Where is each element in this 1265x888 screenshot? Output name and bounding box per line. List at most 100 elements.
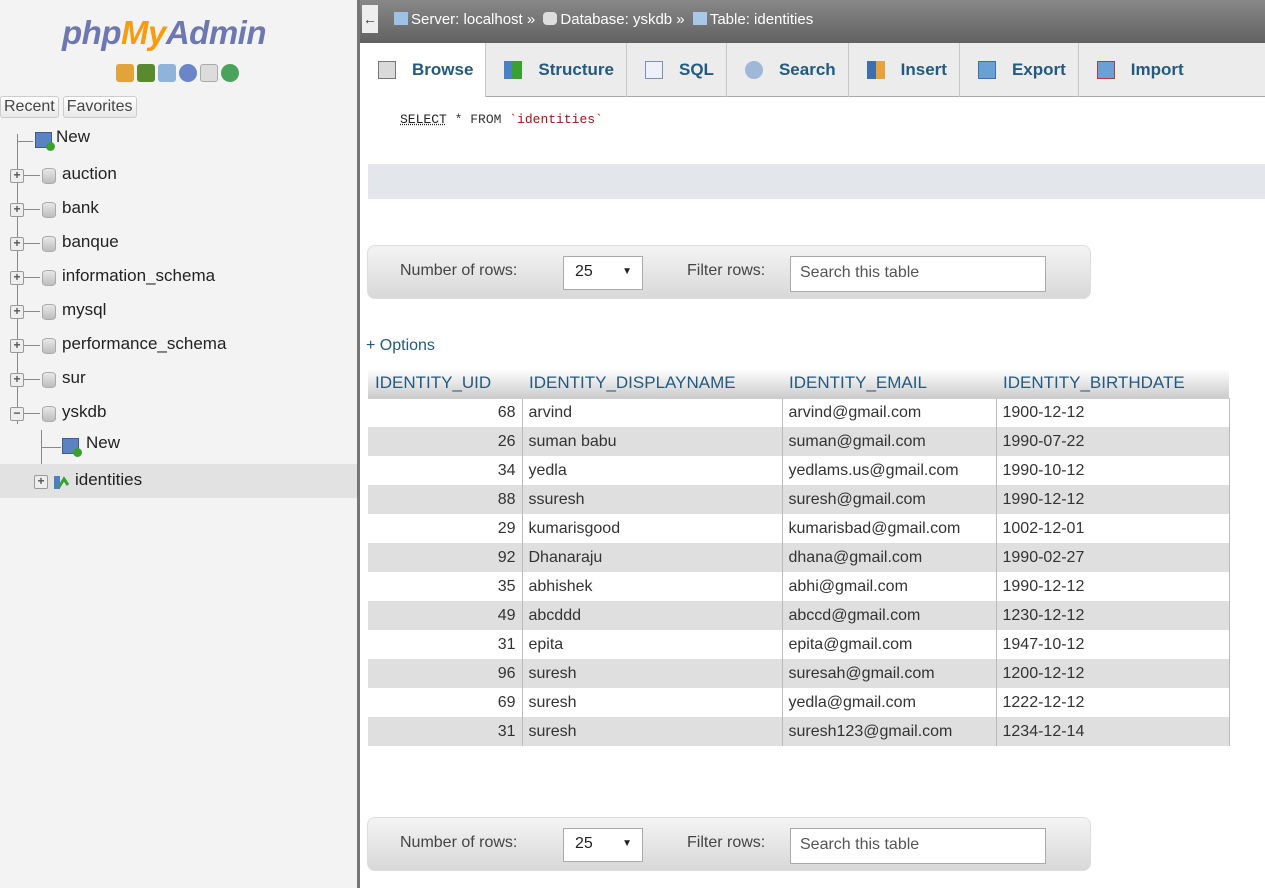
table-cell[interactable]: suresh xyxy=(522,688,783,717)
help-icon[interactable] xyxy=(179,64,197,82)
expand-icon[interactable]: + xyxy=(10,305,24,319)
tree-item-banque[interactable]: + banque xyxy=(0,226,357,260)
table-cell[interactable]: 1990-10-12 xyxy=(996,456,1230,485)
table-cell[interactable]: arvind xyxy=(522,398,783,427)
table-cell[interactable]: 29 xyxy=(368,514,523,543)
options-link[interactable]: + Options xyxy=(366,337,435,355)
table-cell[interactable]: suresh@gmail.com xyxy=(782,485,997,514)
column-header[interactable]: IDENTITY_UID xyxy=(368,369,522,399)
table-cell[interactable]: suresh xyxy=(522,659,783,688)
table-row[interactable]: 35 abhishek abhi@gmail.com 1990-12-12 xyxy=(368,572,1230,601)
table-cell[interactable]: suman@gmail.com xyxy=(782,427,997,456)
tab-recent[interactable]: Recent xyxy=(0,96,59,118)
home-icon[interactable] xyxy=(116,64,134,82)
table-cell[interactable]: Dhanaraju xyxy=(522,543,783,572)
sql-keyword[interactable]: SELECT xyxy=(400,112,447,127)
tree-item-new[interactable]: New xyxy=(0,124,357,158)
filter-rows-input[interactable]: Search this table xyxy=(790,256,1046,292)
table-cell[interactable]: kumarisbad@gmail.com xyxy=(782,514,997,543)
column-header[interactable]: IDENTITY_DISPLAYNAME xyxy=(522,369,782,399)
tab-search[interactable]: Search xyxy=(727,43,849,97)
tree-item-identities[interactable]: + identities xyxy=(0,464,357,498)
tab-sql[interactable]: SQL xyxy=(627,43,727,97)
table-cell[interactable]: 1200-12-12 xyxy=(996,659,1230,688)
logout-icon[interactable] xyxy=(137,64,155,82)
tree-item-bank[interactable]: + bank xyxy=(0,192,357,226)
table-cell[interactable]: yedlams.us@gmail.com xyxy=(782,456,997,485)
table-cell[interactable]: 1990-12-12 xyxy=(996,485,1230,514)
table-cell[interactable]: 1900-12-12 xyxy=(996,398,1230,427)
table-cell[interactable]: 1002-12-01 xyxy=(996,514,1230,543)
table-cell[interactable]: abhi@gmail.com xyxy=(782,572,997,601)
table-row[interactable]: 68 arvind arvind@gmail.com 1900-12-12 xyxy=(368,398,1230,427)
filter-rows-input[interactable]: Search this table xyxy=(790,828,1046,864)
table-cell[interactable]: dhana@gmail.com xyxy=(782,543,997,572)
table-cell[interactable]: 1990-07-22 xyxy=(996,427,1230,456)
table-cell[interactable]: 1222-12-12 xyxy=(996,688,1230,717)
table-cell[interactable]: 69 xyxy=(368,688,523,717)
tab-browse[interactable]: Browse xyxy=(360,43,487,97)
table-cell[interactable]: suresh xyxy=(522,717,783,746)
expand-icon[interactable]: + xyxy=(34,475,48,489)
breadcrumb-server[interactable]: Server: localhost » xyxy=(411,11,535,28)
expand-icon[interactable]: + xyxy=(10,339,24,353)
table-cell[interactable]: yedla@gmail.com xyxy=(782,688,997,717)
table-cell[interactable]: 1990-12-12 xyxy=(996,572,1230,601)
phpmyadmin-logo[interactable]: phpMyAdmin xyxy=(62,14,267,52)
table-row[interactable]: 49 abcddd abccd@gmail.com 1230-12-12 xyxy=(368,601,1230,630)
column-header[interactable]: IDENTITY_BIRTHDATE xyxy=(996,369,1229,399)
tab-insert[interactable]: Insert xyxy=(849,43,960,97)
table-cell[interactable]: suman babu xyxy=(522,427,783,456)
table-cell[interactable]: kumarisgood xyxy=(522,514,783,543)
tree-item-sur[interactable]: + sur xyxy=(0,362,357,396)
table-cell[interactable]: 1234-12-14 xyxy=(996,717,1230,746)
expand-icon[interactable]: + xyxy=(10,203,24,217)
table-row[interactable]: 26 suman babu suman@gmail.com 1990-07-22 xyxy=(368,427,1230,456)
table-cell[interactable]: abhishek xyxy=(522,572,783,601)
table-cell[interactable]: 92 xyxy=(368,543,523,572)
table-row[interactable]: 34 yedla yedlams.us@gmail.com 1990-10-12 xyxy=(368,456,1230,485)
documentation-icon[interactable] xyxy=(200,64,218,82)
table-cell[interactable]: 31 xyxy=(368,717,523,746)
table-cell[interactable]: epita@gmail.com xyxy=(782,630,997,659)
table-cell[interactable]: 1990-02-27 xyxy=(996,543,1230,572)
expand-icon[interactable]: + xyxy=(10,271,24,285)
tab-import[interactable]: Import xyxy=(1079,43,1196,97)
breadcrumb-database[interactable]: Database: yskdb » xyxy=(560,11,684,28)
query-window-icon[interactable] xyxy=(158,64,176,82)
table-cell[interactable]: abcddd xyxy=(522,601,783,630)
table-cell[interactable]: 96 xyxy=(368,659,523,688)
table-cell[interactable]: epita xyxy=(522,630,783,659)
table-cell[interactable]: 88 xyxy=(368,485,523,514)
collapse-nav-button[interactable]: ← xyxy=(362,5,378,33)
tree-item-performance-schema[interactable]: + performance_schema xyxy=(0,328,357,362)
table-row[interactable]: 29 kumarisgood kumarisbad@gmail.com 1002-12… xyxy=(368,514,1230,543)
tree-item-mysql[interactable]: + mysql xyxy=(0,294,357,328)
table-row[interactable]: 31 suresh suresh123@gmail.com 1234-12-14 xyxy=(368,717,1230,746)
reload-icon[interactable] xyxy=(221,64,239,82)
table-row[interactable]: 69 suresh yedla@gmail.com 1222-12-12 xyxy=(368,688,1230,717)
tab-favorites[interactable]: Favorites xyxy=(62,96,137,118)
table-cell[interactable]: suresh123@gmail.com xyxy=(782,717,997,746)
table-cell[interactable]: arvind@gmail.com xyxy=(782,398,997,427)
table-row[interactable]: 88 ssuresh suresh@gmail.com 1990-12-12 xyxy=(368,485,1230,514)
breadcrumb-table[interactable]: Table: identities xyxy=(710,11,813,28)
table-cell[interactable]: 34 xyxy=(368,456,523,485)
table-row[interactable]: 96 suresh suresah@gmail.com 1200-12-12 xyxy=(368,659,1230,688)
expand-icon[interactable]: + xyxy=(10,169,24,183)
expand-icon[interactable]: + xyxy=(10,373,24,387)
tab-export[interactable]: Export xyxy=(960,43,1079,97)
tab-structure[interactable]: Structure xyxy=(486,43,627,97)
table-cell[interactable]: abccd@gmail.com xyxy=(782,601,997,630)
tree-item-information-schema[interactable]: + information_schema xyxy=(0,260,357,294)
tree-item-yskdb-new[interactable]: New xyxy=(0,430,357,464)
rows-per-page-select[interactable]: 25 ▼ xyxy=(563,828,643,862)
tree-item-auction[interactable]: + auction xyxy=(0,158,357,192)
table-row[interactable]: 92 Dhanaraju dhana@gmail.com 1990-02-27 xyxy=(368,543,1230,572)
table-cell[interactable]: yedla xyxy=(522,456,783,485)
table-cell[interactable]: suresah@gmail.com xyxy=(782,659,997,688)
table-row[interactable]: 31 epita epita@gmail.com 1947-10-12 xyxy=(368,630,1230,659)
table-cell[interactable]: 68 xyxy=(368,398,523,427)
table-cell[interactable]: 1947-10-12 xyxy=(996,630,1230,659)
table-cell[interactable]: 35 xyxy=(368,572,523,601)
